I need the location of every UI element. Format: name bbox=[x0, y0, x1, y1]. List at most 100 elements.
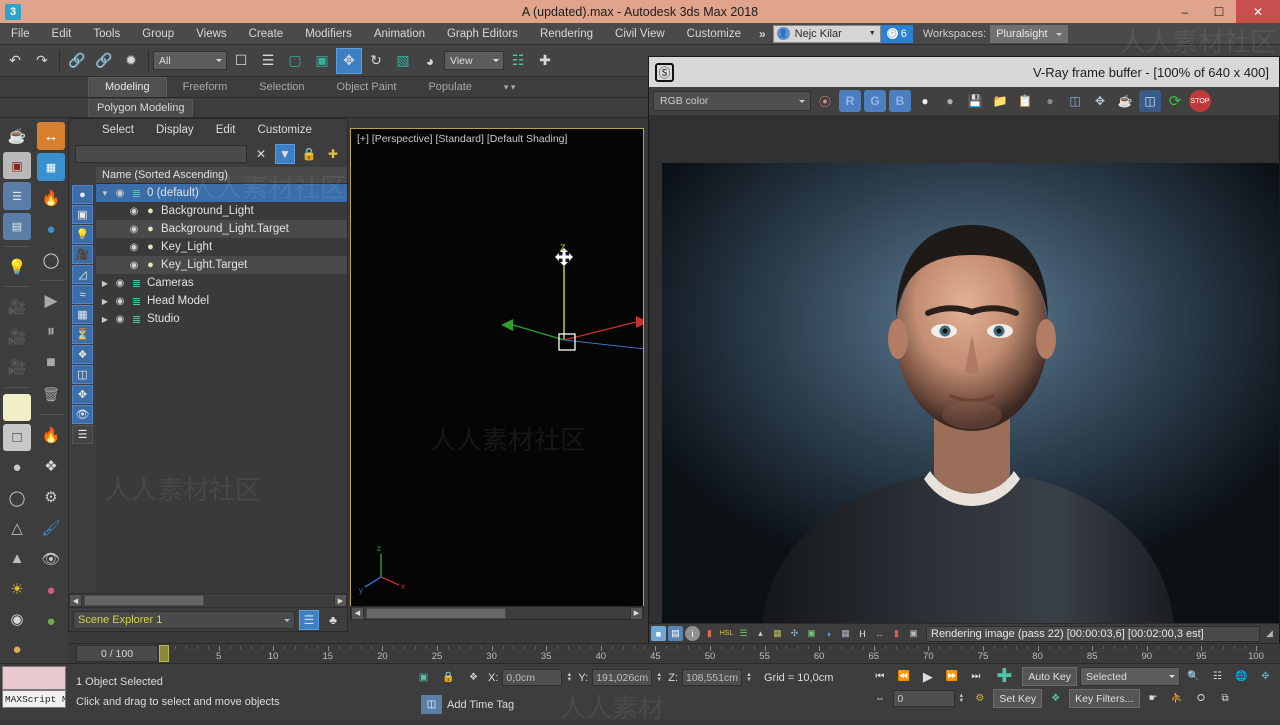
select-and-scale-icon[interactable]: ▧ bbox=[390, 48, 416, 74]
maxscript-output-field[interactable] bbox=[2, 666, 66, 690]
filter-icon[interactable]: ▼ bbox=[275, 144, 295, 164]
select-and-rotate-icon[interactable]: ↻ bbox=[363, 48, 389, 74]
monochrome-icon[interactable]: ● bbox=[939, 90, 961, 112]
filter-container-icon[interactable]: ◫ bbox=[72, 365, 93, 384]
select-object-icon[interactable]: ☐ bbox=[228, 48, 254, 74]
selection-filter-select[interactable]: All bbox=[153, 51, 227, 70]
zoom-region-icon[interactable]: ✥ bbox=[1255, 667, 1276, 686]
vp-scroll-thumb[interactable] bbox=[366, 607, 506, 619]
menu-item-tools[interactable]: Tools bbox=[82, 23, 131, 45]
add-layer-icon[interactable]: ✚ bbox=[323, 144, 343, 164]
expand-triangle-icon[interactable]: ▶ bbox=[100, 279, 110, 288]
time-tag-icon[interactable]: ◫ bbox=[421, 695, 442, 714]
hue-icon[interactable]: ◑ bbox=[821, 626, 836, 641]
water-icon[interactable]: ● bbox=[37, 215, 65, 243]
key-selection-select[interactable]: Selected bbox=[1080, 667, 1180, 686]
reference-coordinate-select[interactable]: View bbox=[444, 51, 504, 70]
x-spinner[interactable]: ▲ ▼ bbox=[566, 670, 574, 686]
cone-icon[interactable]: ▲ bbox=[3, 545, 31, 572]
sheet-icon[interactable] bbox=[3, 393, 31, 422]
key-filters-button[interactable]: Key Filters... bbox=[1069, 689, 1140, 708]
redo-icon[interactable]: ↷ bbox=[29, 48, 55, 74]
scroll-right-arrow[interactable]: ▶ bbox=[334, 594, 347, 607]
ribbon-tab-selection[interactable]: Selection bbox=[243, 78, 320, 97]
eye-icon[interactable]: 👁 bbox=[37, 545, 65, 573]
maxscript-input-field[interactable]: MAXScript Mi bbox=[2, 690, 66, 708]
expand-triangle-icon[interactable]: ▶ bbox=[100, 315, 110, 324]
scroll-thumb[interactable] bbox=[84, 595, 204, 606]
scene-menu-edit[interactable]: Edit bbox=[205, 124, 247, 136]
layer-view-icon[interactable]: ☰ bbox=[299, 609, 319, 630]
sphere-icon[interactable]: ● bbox=[3, 454, 31, 481]
histogram-icon[interactable]: H bbox=[855, 626, 870, 641]
filter-list-icon[interactable]: ☰ bbox=[72, 425, 93, 444]
filter-all-icon[interactable]: ● bbox=[72, 185, 93, 204]
perspective-viewport[interactable]: [+] [Perspective] [Standard] [Default Sh… bbox=[350, 128, 644, 612]
ribbon-tab-freeform[interactable]: Freeform bbox=[167, 78, 244, 97]
time-configuration-icon[interactable]: ⚙ bbox=[969, 689, 990, 708]
maximize-viewport-icon[interactable]: ⧉ bbox=[1215, 689, 1236, 708]
cylinder-icon[interactable]: ◯ bbox=[3, 484, 31, 511]
scene-tree-row[interactable]: ▶ ◉ ≣ Studio bbox=[96, 310, 347, 328]
filter-geometry-icon[interactable]: ▣ bbox=[72, 205, 93, 224]
play-icon[interactable]: ▶ bbox=[37, 287, 65, 315]
vray-resize-icon[interactable]: ◢ bbox=[1262, 626, 1277, 641]
hat-icon[interactable]: △ bbox=[3, 515, 31, 542]
scene-tree-row[interactable]: ◉ ● Key_Light bbox=[96, 238, 347, 256]
duplicate-vfb-icon[interactable]: ◫ bbox=[1064, 90, 1086, 112]
red-channel-icon[interactable]: R bbox=[839, 90, 861, 112]
visibility-eye-icon[interactable]: ◉ bbox=[114, 188, 126, 199]
menu-item-modifiers[interactable]: Modifiers bbox=[294, 23, 363, 45]
blue-channel-icon[interactable]: B bbox=[889, 90, 911, 112]
region-render-icon[interactable]: ✥ bbox=[1089, 90, 1111, 112]
command-panel-icon[interactable]: ☰ bbox=[3, 182, 31, 210]
menu-item-animation[interactable]: Animation bbox=[363, 23, 436, 45]
go-to-end-icon[interactable]: ⏭ bbox=[965, 667, 986, 686]
light-lister-icon[interactable]: 💡 bbox=[3, 253, 31, 280]
visibility-eye-icon[interactable]: ◉ bbox=[114, 314, 126, 325]
visibility-eye-icon[interactable]: ◉ bbox=[114, 296, 126, 307]
teapot-icon[interactable]: ☕ bbox=[3, 122, 31, 149]
visibility-eye-icon[interactable]: ◉ bbox=[128, 260, 140, 271]
pixel-icon[interactable]: ▣ bbox=[906, 626, 921, 641]
select-region-icon[interactable]: ▢ bbox=[282, 48, 308, 74]
globe-icon[interactable]: ◉ bbox=[3, 605, 31, 632]
save-image-icon[interactable]: 💾 bbox=[964, 90, 986, 112]
menu-overflow-icon[interactable]: » bbox=[752, 27, 773, 41]
select-by-name-icon[interactable]: ☰ bbox=[255, 48, 281, 74]
camera-dark-icon[interactable]: 🎥 bbox=[3, 323, 31, 350]
minimize-button[interactable]: – bbox=[1168, 0, 1202, 23]
frame-readout[interactable]: 0 / 100 bbox=[76, 645, 158, 662]
grid-water-icon[interactable]: ▦ bbox=[37, 153, 65, 181]
clipboard-icon[interactable]: 📋 bbox=[1014, 90, 1036, 112]
fire-icon[interactable]: 🔥 bbox=[37, 184, 65, 212]
current-frame-field[interactable]: 0 bbox=[893, 690, 956, 707]
vray-channel-select[interactable]: RGB color bbox=[653, 91, 811, 111]
horizontal-icon[interactable]: ↔ bbox=[872, 626, 887, 641]
scene-tree-row[interactable]: ▶ ◉ ≣ Cameras bbox=[96, 274, 347, 292]
scene-explorer-hscrollbar[interactable]: ◀ ▶ bbox=[69, 593, 347, 607]
selection-lock-icon[interactable]: ▣ bbox=[413, 668, 434, 687]
green-channel-icon[interactable]: G bbox=[864, 90, 886, 112]
circle-shape-icon[interactable]: ● bbox=[3, 636, 31, 663]
sliders-icon[interactable]: ▤ bbox=[3, 212, 31, 240]
field-of-view-icon[interactable]: ⭘ bbox=[1191, 689, 1212, 708]
curve-icon[interactable]: ▴ bbox=[753, 626, 768, 641]
undo-icon[interactable]: ↶ bbox=[2, 48, 28, 74]
bar-icon[interactable]: ▮ bbox=[889, 626, 904, 641]
ribbon-overflow-icon[interactable]: ▾ ▾ bbox=[488, 78, 532, 97]
menu-item-file[interactable]: File bbox=[0, 23, 41, 45]
ribbon-tab-modeling[interactable]: Modeling bbox=[88, 77, 167, 97]
vp-scroll-left-arrow[interactable]: ◀ bbox=[351, 606, 364, 620]
column-header-name[interactable]: Name (Sorted Ascending) bbox=[96, 167, 347, 184]
workspace-select[interactable]: Pluralsight bbox=[990, 24, 1068, 43]
filter-particle-icon[interactable]: ✥ bbox=[72, 385, 93, 404]
scene-menu-display[interactable]: Display bbox=[145, 124, 205, 136]
exposure-icon[interactable]: ✣ bbox=[787, 626, 802, 641]
key-mode-toggle-icon[interactable]: ⇔ bbox=[869, 689, 890, 708]
visibility-eye-icon[interactable]: ◉ bbox=[114, 278, 126, 289]
render-setup-icon[interactable]: ▣ bbox=[3, 152, 31, 180]
filter-eye-icon[interactable]: 👁 bbox=[72, 405, 93, 424]
filter-light-icon[interactable]: 💡 bbox=[72, 225, 93, 244]
set-key-button[interactable]: Set Key bbox=[993, 689, 1043, 708]
